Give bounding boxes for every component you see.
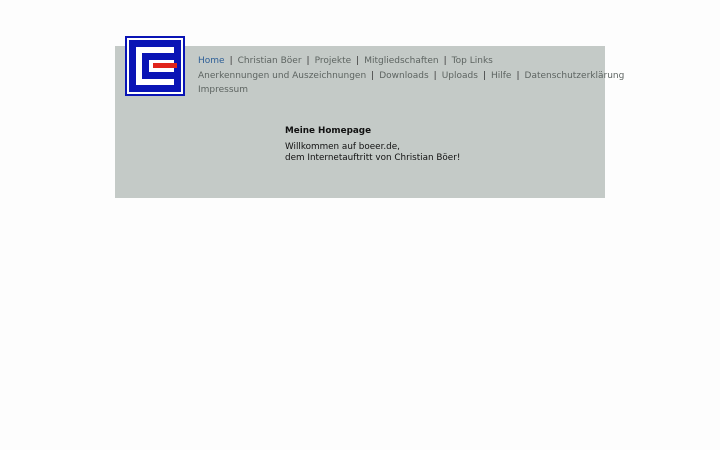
welcome-text-line-1: Willkommen auf boeer.de, <box>285 142 400 152</box>
cb-logo-icon[interactable] <box>125 36 185 96</box>
nav-uploads[interactable]: Uploads <box>442 71 478 81</box>
nav-mitgliedschaften[interactable]: Mitgliedschaften <box>364 56 438 66</box>
nav-top-links[interactable]: Top Links <box>452 56 493 66</box>
nav-separator: | <box>371 70 375 81</box>
nav-home[interactable]: Home <box>198 56 225 66</box>
nav-separator: | <box>443 56 447 66</box>
main-navigation: Home | Christian Böer | Projekte | Mitgliedsch… <box>198 54 624 98</box>
nav-separator: | <box>229 56 233 66</box>
nav-separator: | <box>306 56 310 66</box>
nav-projekte[interactable]: Projekte <box>315 56 352 66</box>
main-content: Meine Homepage Willkommen auf boeer.de, … <box>285 125 460 163</box>
nav-christian-boeer[interactable]: Christian Böer <box>238 56 302 66</box>
nav-separator: | <box>356 56 360 66</box>
nav-separator: | <box>516 70 520 81</box>
nav-separator: | <box>482 70 486 81</box>
nav-downloads[interactable]: Downloads <box>379 71 428 81</box>
welcome-text-line-2: dem Internetauftritt von Christian Böer! <box>285 152 461 163</box>
nav-impressum[interactable]: Impressum <box>198 85 248 95</box>
nav-hilfe[interactable]: Hilfe <box>491 71 511 81</box>
page-title: Meine Homepage <box>285 126 372 136</box>
nav-datenschutzerklaerung[interactable]: Datenschutzerklärung <box>525 71 625 81</box>
nav-anerkennungen[interactable]: Anerkennungen und Auszeichnungen <box>198 71 366 81</box>
nav-separator: | <box>433 70 437 81</box>
